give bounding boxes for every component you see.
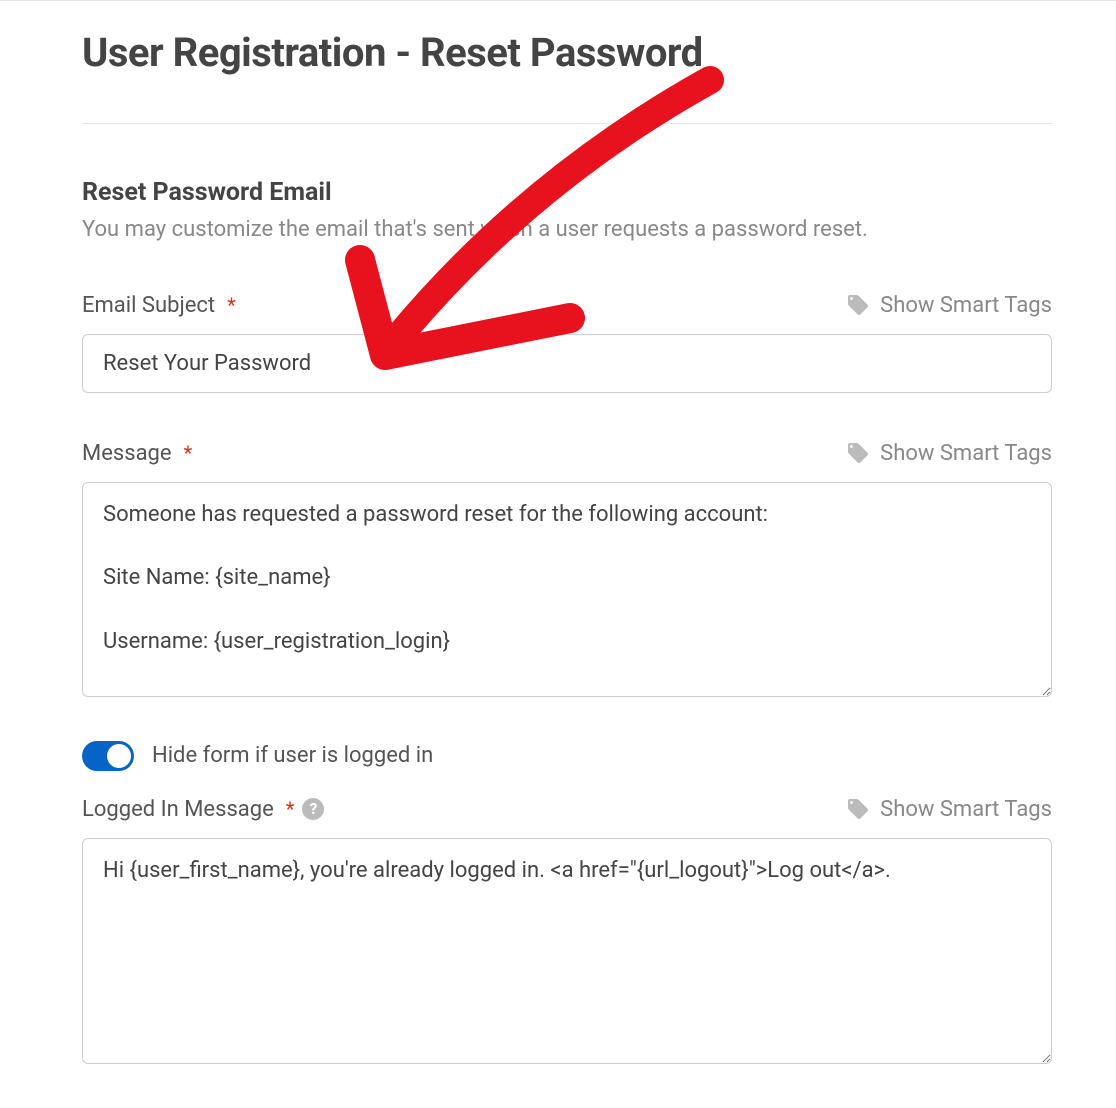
section-description: You may customize the email that's sent … [82,215,1052,245]
hide-form-toggle[interactable] [82,741,134,771]
page-wrapper: User Registration - Reset Password Reset… [0,1,1116,1098]
message-label: Message * [82,441,192,466]
smart-tags-text: Show Smart Tags [880,441,1052,466]
show-smart-tags-link[interactable]: Show Smart Tags [846,441,1052,466]
required-mark: * [184,441,193,465]
email-subject-label: Email Subject * [82,293,236,318]
field-logged-in-message: Logged In Message * ? Show Smart Tags [82,797,1052,1068]
label-row: Logged In Message * ? Show Smart Tags [82,797,1052,822]
label-text: Email Subject [82,293,215,318]
toggle-knob [107,744,131,768]
message-textarea[interactable] [82,482,1052,697]
label-row: Message * Show Smart Tags [82,441,1052,466]
section-title: Reset Password Email [82,178,1052,207]
tag-icon [846,797,870,821]
label-text: Logged In Message [82,797,274,822]
show-smart-tags-link[interactable]: Show Smart Tags [846,797,1052,822]
help-icon[interactable]: ? [302,798,324,820]
hide-form-toggle-label: Hide form if user is logged in [152,743,433,768]
label-row: Email Subject * Show Smart Tags [82,293,1052,318]
field-email-subject: Email Subject * Show Smart Tags [82,293,1052,393]
show-smart-tags-link[interactable]: Show Smart Tags [846,293,1052,318]
tag-icon [846,293,870,317]
hide-form-toggle-row: Hide form if user is logged in [82,741,1052,771]
label-text: Message [82,441,172,466]
required-mark: * [286,797,295,821]
smart-tags-text: Show Smart Tags [880,797,1052,822]
logged-in-message-textarea[interactable] [82,838,1052,1064]
required-mark: * [227,293,236,317]
tag-icon [846,441,870,465]
title-divider [82,123,1052,124]
field-message: Message * Show Smart Tags [82,441,1052,701]
page-title: User Registration - Reset Password [82,31,1052,75]
email-subject-input[interactable] [82,334,1052,393]
logged-in-message-label: Logged In Message * ? [82,797,324,822]
smart-tags-text: Show Smart Tags [880,293,1052,318]
